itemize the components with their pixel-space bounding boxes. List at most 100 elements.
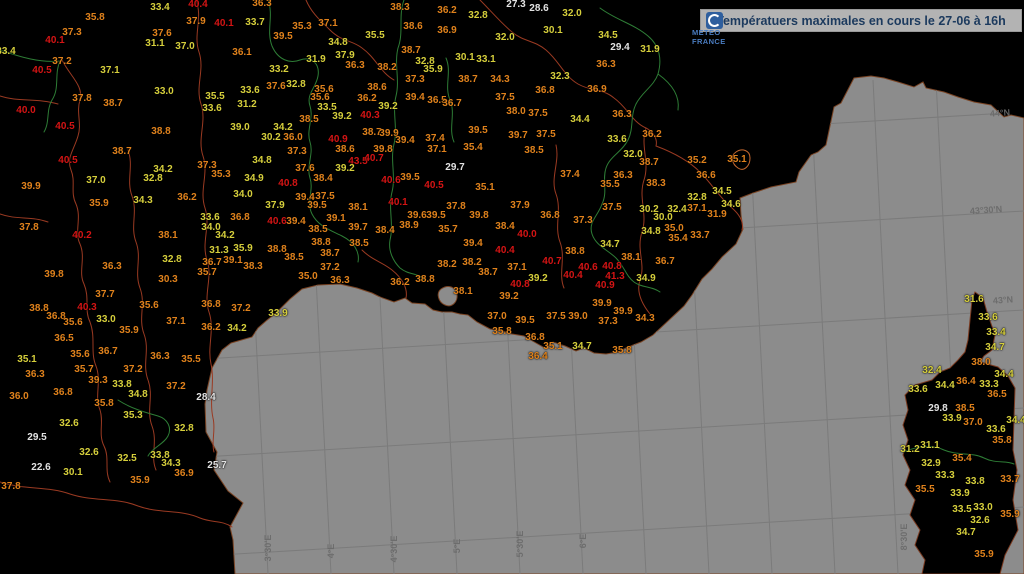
temp-label: 37.1 <box>100 66 119 76</box>
temp-label: 34.8 <box>128 390 147 400</box>
graticule-label: 8°30'E <box>899 524 909 551</box>
temp-label: 36.3 <box>102 262 121 272</box>
temp-label: 35.9 <box>130 476 149 486</box>
map-title: Températuers maximales en cours le 27-06… <box>716 14 1006 28</box>
temp-label: 30.0 <box>653 213 672 223</box>
temp-label: 37.4 <box>560 170 579 180</box>
temp-label: 34.2 <box>215 231 234 241</box>
temp-label: 38.2 <box>377 63 396 73</box>
temp-label: 39.7 <box>508 131 527 141</box>
temp-label: 30.1 <box>455 53 474 63</box>
temp-label: 27.3 <box>506 0 525 10</box>
temp-label: 39.5 <box>400 173 419 183</box>
temp-label: 36.5 <box>987 390 1006 400</box>
temp-label: 32.9 <box>921 459 940 469</box>
temp-label: 38.4 <box>495 222 514 232</box>
temp-label: 37.6 <box>266 82 285 92</box>
temp-label: 36.2 <box>201 323 220 333</box>
temp-label: 40.4 <box>188 0 207 10</box>
temp-label: 35.6 <box>63 318 82 328</box>
temp-label: 36.0 <box>283 133 302 143</box>
temp-label: 34.5 <box>598 31 617 41</box>
temp-label: 32.6 <box>970 516 989 526</box>
temp-label: 40.1 <box>388 198 407 208</box>
temp-label: 37.3 <box>287 147 306 157</box>
temp-label: 37.5 <box>536 130 555 140</box>
temp-label: 29.5 <box>27 433 46 443</box>
temp-label: 31.1 <box>920 441 939 451</box>
temp-label: 36.5 <box>54 334 73 344</box>
temp-label: 39.1 <box>223 256 242 266</box>
temp-label: 35.7 <box>74 365 93 375</box>
temp-label: 35.3 <box>123 411 142 421</box>
temp-label: 31.1 <box>145 39 164 49</box>
temp-label: 40.0 <box>16 106 35 116</box>
graticule-label: 5°E <box>452 539 462 554</box>
temp-label: 33.7 <box>690 231 709 241</box>
temp-label: 37.0 <box>963 418 982 428</box>
temp-label: 37.3 <box>405 75 424 85</box>
temp-label: 33.3 <box>935 471 954 481</box>
temp-label: 37.5 <box>495 93 514 103</box>
temp-label: 35.5 <box>365 31 384 41</box>
temp-label: 36.3 <box>330 276 349 286</box>
temp-label: 37.8 <box>72 94 91 104</box>
temp-label: 37.3 <box>62 28 81 38</box>
temp-label: 34.7 <box>956 528 975 538</box>
temp-label: 36.3 <box>612 110 631 120</box>
temp-label: 30.3 <box>158 275 177 285</box>
temp-label: 34.4 <box>570 115 589 125</box>
temp-label: 36.9 <box>174 469 193 479</box>
graticule-label: 6°E <box>578 534 588 549</box>
graticule-label: 5°30'E <box>515 531 525 558</box>
temp-label: 39.9 <box>21 182 40 192</box>
temp-label: 39.4 <box>463 239 482 249</box>
temp-label: 30.2 <box>261 133 280 143</box>
temp-label: 36.4 <box>956 377 975 387</box>
temp-label: 37.1 <box>318 19 337 29</box>
temp-label: 34.9 <box>244 174 263 184</box>
temp-label: 37.1 <box>427 145 446 155</box>
title-bar: Températuers maximales en cours le 27-06… <box>700 9 1022 32</box>
temp-label: 32.8 <box>286 80 305 90</box>
temp-label: 38.6 <box>367 83 386 93</box>
temp-label: 40.5 <box>32 66 51 76</box>
temp-label: 39.5 <box>273 32 292 42</box>
temp-label: 33.6 <box>202 104 221 114</box>
temp-label: 36.6 <box>696 171 715 181</box>
temp-label: 34.7 <box>985 343 1004 353</box>
temp-label: 38.5 <box>524 146 543 156</box>
temp-label: 37.5 <box>528 109 547 119</box>
temp-label: 33.0 <box>973 503 992 513</box>
temp-label: 37.3 <box>573 216 592 226</box>
temp-label: 40.3 <box>77 303 96 313</box>
temp-label: 37.0 <box>86 176 105 186</box>
temp-label: 33.8 <box>965 477 984 487</box>
temp-label: 37.2 <box>123 365 142 375</box>
temp-label: 39.1 <box>326 214 345 224</box>
temp-label: 35.8 <box>94 399 113 409</box>
temp-label: 31.9 <box>707 210 726 220</box>
temp-label: 33.9 <box>950 489 969 499</box>
temp-label: 34.8 <box>641 227 660 237</box>
temp-label: 32.3 <box>550 72 569 82</box>
temp-label: 39.2 <box>332 112 351 122</box>
temp-label: 38.6 <box>335 145 354 155</box>
temp-label: 32.8 <box>143 174 162 184</box>
temp-label: 28.4 <box>196 393 215 403</box>
temp-label: 40.9 <box>595 281 614 291</box>
graticule-label: 44°N <box>990 107 1011 118</box>
temp-label: 37.1 <box>687 204 706 214</box>
temp-label: 34.9 <box>636 274 655 284</box>
temp-label: 38.2 <box>437 260 456 270</box>
temp-label: 34.4 <box>935 381 954 391</box>
temp-label: 38.5 <box>308 225 327 235</box>
temp-label: 34.4 <box>1006 416 1024 426</box>
temp-label: 33.4 <box>0 47 16 57</box>
temp-label: 38.8 <box>565 247 584 257</box>
temp-label: 29.4 <box>610 43 629 53</box>
temp-label: 34.8 <box>328 38 347 48</box>
temp-label: 39.5 <box>307 201 326 211</box>
temp-label: 34.8 <box>252 156 271 166</box>
graticule-label: 3°30'E <box>263 535 273 562</box>
